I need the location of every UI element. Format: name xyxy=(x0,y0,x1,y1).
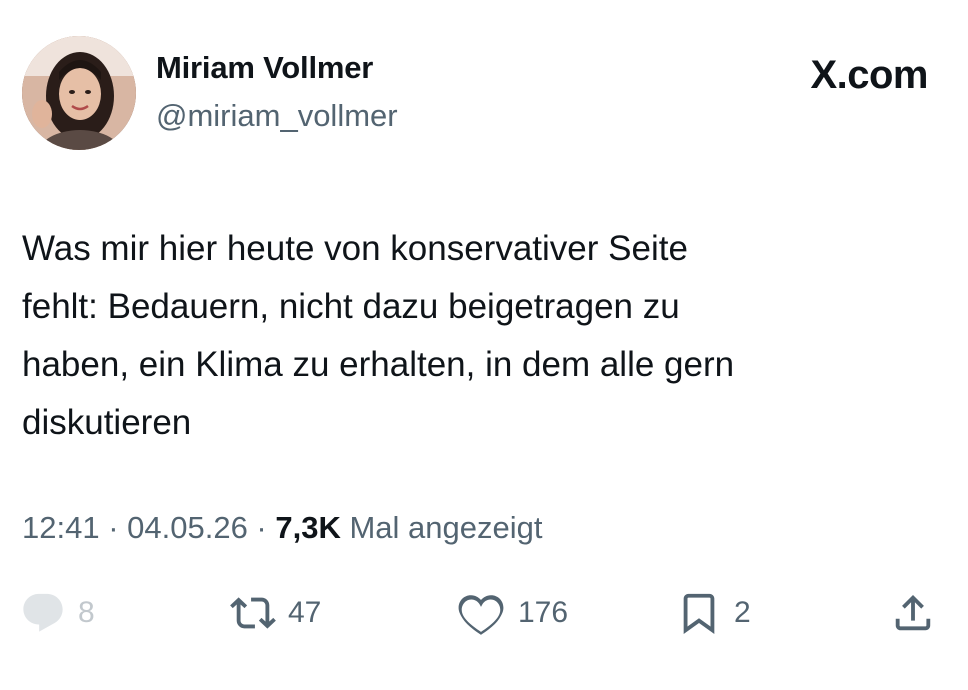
bookmark-button[interactable]: 2 xyxy=(676,585,751,641)
tweet-line: diskutieren xyxy=(22,403,192,442)
avatar[interactable] xyxy=(22,36,136,150)
bookmark-icon xyxy=(683,593,715,634)
repost-count: 47 xyxy=(288,596,322,629)
meta-separator: · xyxy=(247,510,276,545)
tweet-line: fehlt: Bedauern, nicht dazu beigetragen … xyxy=(22,287,680,326)
repost-button[interactable]: 47 xyxy=(230,585,321,641)
author-name[interactable]: Miriam Vollmer xyxy=(156,50,373,86)
tweet-text: Was mir hier heute von konservativer Sei… xyxy=(22,220,942,452)
tweet-date[interactable]: 04.05.26 xyxy=(127,510,248,545)
tweet-line: haben, ein Klima zu erhalten, in dem all… xyxy=(22,345,735,384)
views-count: 7,3K xyxy=(275,510,341,545)
like-button[interactable]: 176 xyxy=(456,585,568,641)
views-label: Mal angezeigt xyxy=(340,510,543,545)
repost-icon xyxy=(230,597,276,629)
tweet-time[interactable]: 12:41 xyxy=(22,510,100,545)
author-handle[interactable]: @miriam_vollmer xyxy=(156,98,398,134)
like-icon xyxy=(458,595,504,635)
reply-icon xyxy=(23,593,63,632)
tweet-meta: 12:41 · 04.05.26 · 7,3K Mal angezeigt xyxy=(22,510,542,546)
tweet-line: Was mir hier heute von konservativer Sei… xyxy=(22,229,688,268)
bookmark-count: 2 xyxy=(734,596,751,629)
share-button[interactable] xyxy=(890,585,936,641)
brand-logo: X.com xyxy=(810,53,928,97)
reply-count: 8 xyxy=(78,596,95,629)
tweet-card: Miriam Vollmer @miriam_vollmer X.com Was… xyxy=(0,0,968,690)
reply-button[interactable]: 8 xyxy=(20,585,95,641)
action-bar: 8 47 176 2 xyxy=(0,585,968,645)
meta-separator: · xyxy=(99,510,128,545)
avatar-image xyxy=(22,36,136,150)
like-count: 176 xyxy=(518,596,569,629)
share-icon xyxy=(895,594,931,631)
